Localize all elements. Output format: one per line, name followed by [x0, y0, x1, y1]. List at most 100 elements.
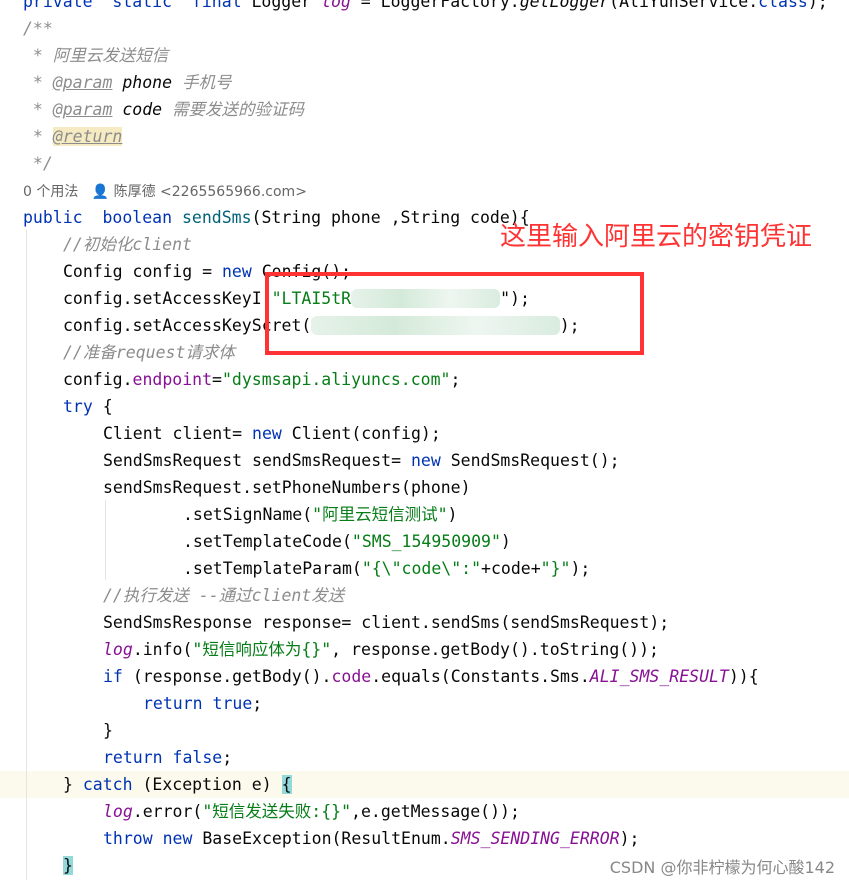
code-line[interactable]: //执行发送 --通过client发送 [0, 582, 849, 609]
code-token: public [23, 208, 103, 227]
code-token: ); [619, 829, 640, 848]
code-token: true [212, 694, 253, 713]
code-token: { [102, 397, 113, 416]
code-line[interactable]: private static final Logger log = Logger… [0, 0, 849, 15]
code-token: class [758, 0, 808, 11]
code-token: .error( [132, 802, 203, 821]
code-line[interactable]: * @param phone 手机号 [0, 69, 849, 96]
code-token: .info( [132, 640, 193, 659]
code-line[interactable]: config.endpoint="dysmsapi.aliyuncs.com"; [0, 366, 849, 393]
code-token: static [112, 0, 192, 11]
code-token: ); [570, 559, 591, 578]
code-line[interactable]: * 阿里云发送短信 [0, 42, 849, 69]
code-token: * 阿里云发送短信 [23, 46, 169, 65]
code-token: new [221, 262, 262, 281]
code-token: //准备request请求体 [63, 343, 235, 362]
code-token: private [23, 0, 113, 11]
code-token: sendSms [181, 208, 252, 227]
code-token: return [103, 748, 173, 767]
code-token: return [143, 694, 213, 713]
code-token: Logger [251, 0, 322, 11]
code-token: ; [222, 748, 233, 767]
code-token: SendSmsRequest(); [450, 451, 620, 470]
code-token: endpoint [132, 370, 213, 389]
code-token: @return [52, 127, 123, 146]
code-token: "{\"code\":" [361, 559, 482, 578]
code-token: Client client= [103, 424, 253, 443]
code-token: ) [447, 505, 458, 524]
code-token: (String phone ,String code){ [251, 208, 530, 227]
code-token: log [103, 640, 133, 659]
code-token: * [23, 127, 53, 146]
code-line[interactable]: log.info("短信响应体为{}", response.getBody().… [0, 636, 849, 663]
code-line[interactable]: try { [0, 393, 849, 420]
code-line[interactable]: .setTemplateParam("{\"code\":"+code+"}")… [0, 555, 849, 582]
code-token: )){ [728, 667, 759, 686]
code-token: ALI_SMS_RESULT [589, 667, 729, 686]
code-token: config.setAccessKeyI [63, 289, 262, 308]
code-token: "短信发送失败:{}" [202, 802, 352, 821]
code-token: new [410, 451, 451, 470]
watermark: CSDN @你非柠檬为何心酸142 [609, 858, 835, 877]
code-token: false [172, 748, 223, 767]
code-token: @param [52, 73, 113, 92]
code-token: .setSignName( [183, 505, 313, 524]
code-token: 手机号 [172, 73, 232, 92]
code-token: ; [252, 694, 263, 713]
code-token: } [63, 775, 83, 794]
indent-guide [105, 500, 106, 580]
code-token: (response.getBody(). [132, 667, 332, 686]
code-line[interactable]: .setTemplateCode("SMS_154950909") [0, 528, 849, 555]
code-token: } [103, 721, 113, 740]
code-token: "SMS_154950909" [351, 532, 501, 551]
code-line[interactable]: return false; [0, 744, 849, 771]
code-line[interactable]: if (response.getBody().code.equals(Const… [0, 663, 849, 690]
code-line[interactable]: Client client= new Client(config); [0, 420, 849, 447]
code-token: sendSmsRequest.setPhoneNumbers(phone) [103, 478, 471, 497]
code-token: /** [23, 19, 53, 38]
code-line[interactable]: 0 个用法 👤 陈厚德 <2265565966.com> [0, 177, 849, 204]
code-token: */ [23, 154, 53, 173]
code-token: new [162, 829, 203, 848]
code-line[interactable]: SendSmsRequest sendSmsRequest= new SendS… [0, 447, 849, 474]
code-line[interactable]: * @return [0, 123, 849, 150]
code-line[interactable]: SendSmsResponse response= client.sendSms… [0, 609, 849, 636]
code-token: throw [103, 829, 163, 848]
code-line[interactable]: .setSignName("阿里云短信测试") [0, 501, 849, 528]
code-token: log [103, 802, 133, 821]
code-token: SendSmsResponse response= client.sendSms… [103, 613, 670, 632]
code-token: ); [807, 0, 828, 11]
code-token: * [23, 73, 53, 92]
code-token: "dysmsapi.aliyuncs.com" [221, 370, 451, 389]
code-line[interactable]: throw new BaseException(ResultEnum.SMS_S… [0, 825, 849, 852]
code-token: = LoggerFactory. [350, 0, 520, 11]
code-token: +code+ [481, 559, 541, 578]
code-token: try [63, 397, 103, 416]
code-token: Client(config); [291, 424, 441, 443]
code-token: new [252, 424, 292, 443]
code-token: log [321, 0, 351, 11]
code-line[interactable]: log.error("短信发送失败:{}",e.getMessage()); [0, 798, 849, 825]
code-token: getLogger [519, 0, 610, 11]
code-line[interactable]: } [0, 717, 849, 744]
code-line[interactable]: } catch (Exception e) { [0, 771, 849, 798]
code-line[interactable]: /** [0, 15, 849, 42]
code-editor[interactable]: private static final Logger log = Logger… [0, 0, 849, 879]
code-token: BaseException(ResultEnum. [202, 829, 451, 848]
code-token: SMS_SENDING_ERROR [450, 829, 620, 848]
code-token: Config config = [63, 262, 222, 281]
code-token: (Exception e) [142, 775, 282, 794]
code-token: @param [52, 100, 113, 119]
code-token: boolean [102, 208, 182, 227]
code-line[interactable]: return true; [0, 690, 849, 717]
code-line[interactable]: */ [0, 150, 849, 177]
code-line[interactable]: sendSmsRequest.setPhoneNumbers(phone) [0, 474, 849, 501]
code-token: "短信响应体为{}" [192, 640, 332, 659]
code-token: } [63, 856, 73, 875]
code-token: config. [63, 370, 133, 389]
code-token: catch [82, 775, 143, 794]
code-token: { [281, 775, 292, 794]
code-token: //初始化client [63, 235, 192, 254]
code-token: code [112, 100, 163, 119]
code-line[interactable]: * @param code 需要发送的验证码 [0, 96, 849, 123]
